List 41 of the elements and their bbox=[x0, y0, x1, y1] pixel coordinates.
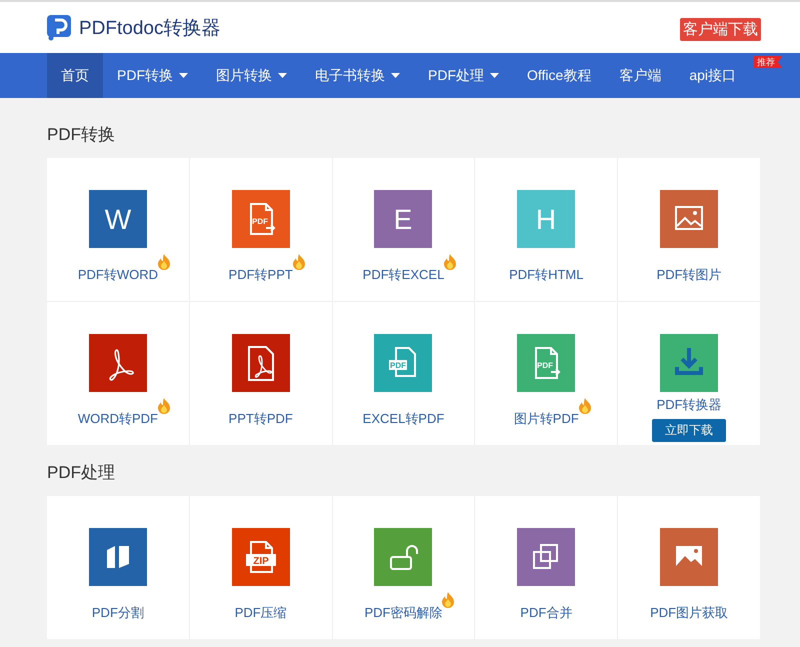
tool-link[interactable]: PDF转PPT bbox=[228, 267, 293, 282]
image-icon[interactable] bbox=[660, 190, 718, 248]
tool-link[interactable]: PDF压缩 bbox=[234, 605, 287, 620]
letter-icon[interactable]: W bbox=[88, 190, 147, 248]
letter-icon[interactable]: E bbox=[374, 190, 432, 248]
nav-item[interactable]: 客户端 bbox=[605, 53, 676, 98]
tool-link[interactable]: PDF分割 bbox=[92, 605, 144, 620]
section-title: PDF转换 bbox=[47, 124, 116, 146]
tool-link[interactable]: PDF合并 bbox=[520, 605, 572, 620]
tool-link[interactable]: EXCEL转PDF bbox=[362, 411, 444, 426]
merge-icon[interactable] bbox=[517, 528, 576, 586]
nav-item[interactable]: PDF处理 bbox=[414, 53, 513, 98]
nav-item[interactable]: PDF转换 bbox=[103, 53, 202, 98]
tool-link[interactable]: PDF转WORD bbox=[78, 267, 158, 282]
tool-link[interactable]: WORD转PDF bbox=[78, 411, 158, 426]
nav-item[interactable]: 电子书转换 bbox=[301, 53, 414, 98]
nav-item[interactable]: Office教程 bbox=[513, 53, 606, 98]
section-title: PDF处理 bbox=[47, 462, 116, 484]
download-now-button[interactable]: 立即下载 bbox=[652, 419, 726, 442]
pdf-file-icon[interactable] bbox=[232, 334, 290, 392]
site-title[interactable]: PDFtodoc转换器 bbox=[79, 14, 220, 40]
tool-link[interactable]: PDF转图片 bbox=[656, 267, 722, 282]
recommend-badge: 推荐 bbox=[754, 56, 782, 68]
unlock-icon[interactable] bbox=[374, 528, 432, 586]
tool-link[interactable]: PDF转换器 bbox=[656, 397, 722, 412]
split-pages-icon[interactable] bbox=[88, 528, 147, 586]
zip-file-icon[interactable]: ZIP bbox=[232, 528, 290, 586]
pdf-symbol-icon[interactable] bbox=[88, 334, 147, 392]
tool-link[interactable]: 图片转PDF bbox=[514, 411, 579, 426]
image-icon[interactable] bbox=[660, 528, 718, 586]
tool-link[interactable]: PDF转HTML bbox=[509, 267, 584, 282]
tool-link[interactable]: PPT转PDF bbox=[228, 411, 293, 426]
tool-link[interactable]: PDF图片获取 bbox=[650, 605, 728, 620]
tool-link[interactable]: PDF密码解除 bbox=[364, 605, 442, 620]
download-icon[interactable] bbox=[660, 334, 718, 392]
tool-link[interactable]: PDF转EXCEL bbox=[362, 267, 444, 282]
nav-item[interactable]: 图片转换 bbox=[202, 53, 301, 98]
nav-item[interactable]: 首页 bbox=[47, 53, 103, 98]
nav-item[interactable]: api接口 bbox=[675, 53, 750, 98]
logo-icon[interactable] bbox=[47, 14, 71, 40]
client-download-button[interactable]: 客户端下载 bbox=[680, 18, 761, 41]
